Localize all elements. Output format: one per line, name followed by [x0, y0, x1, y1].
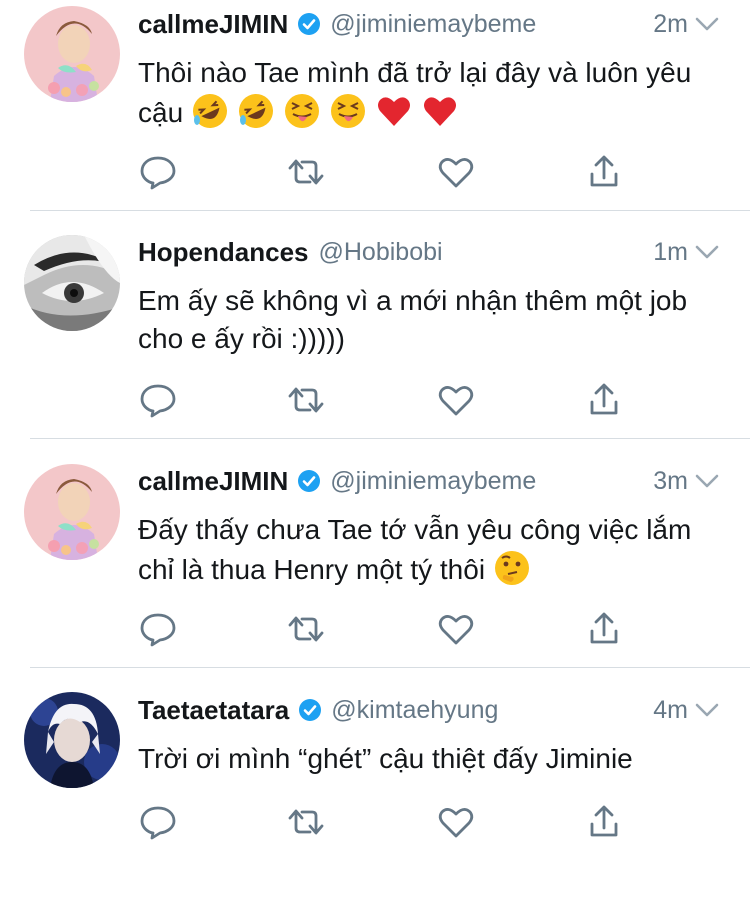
tweet-text: Thôi nào Tae mình đã trở lại đây và luôn… [138, 54, 720, 132]
tweet-text-body: Đấy thấy chưa Tae tớ vẫn yêu công việc l… [138, 514, 692, 585]
rofl-emoji-icon [238, 94, 273, 128]
avatar[interactable] [24, 692, 120, 788]
handle[interactable]: @jiminiemaybeme [330, 467, 536, 496]
timestamp[interactable]: 4m [653, 696, 688, 725]
avatar-grayscale-eye-icon [24, 235, 120, 331]
tweet[interactable]: Hopendances @Hobibobi 1m Em ấy sẽ không … [0, 211, 750, 439]
timestamp[interactable]: 3m [653, 467, 688, 496]
reply-icon [140, 806, 176, 840]
tweet-text-body: Trời ơi mình “ghét” cậu thiệt đấy Jimini… [138, 743, 633, 774]
tweet-text-body: Em ấy sẽ không vì a mới nhận thêm một jo… [138, 285, 688, 354]
reply-button[interactable] [138, 611, 178, 647]
share-button[interactable] [584, 154, 624, 190]
handle[interactable]: @jiminiemaybeme [330, 10, 536, 39]
tweet-text: Em ấy sẽ không vì a mới nhận thêm một jo… [138, 282, 720, 358]
tweet-actions [138, 804, 638, 840]
display-name[interactable]: Hopendances [138, 237, 309, 268]
heart-icon [438, 808, 474, 838]
share-button[interactable] [584, 611, 624, 647]
verified-badge-icon [299, 699, 322, 721]
retweet-icon [288, 387, 324, 413]
retweet-button[interactable] [286, 382, 326, 418]
avatar[interactable] [24, 235, 120, 331]
share-icon [590, 612, 618, 644]
like-button[interactable] [436, 804, 476, 840]
handle[interactable]: @Hobibobi [319, 238, 443, 267]
display-name[interactable]: callmeJIMIN [138, 9, 288, 40]
red-heart-emoji-icon [423, 97, 456, 126]
verified-badge-icon [298, 470, 321, 492]
retweet-icon [288, 616, 324, 642]
timestamp[interactable]: 1m [653, 238, 688, 267]
tweet-text: Đấy thấy chưa Tae tớ vẫn yêu công việc l… [138, 511, 720, 589]
like-button[interactable] [436, 611, 476, 647]
display-name[interactable]: callmeJIMIN [138, 466, 288, 497]
avatar-blue-stage-photo-icon [24, 692, 120, 788]
red-heart-emoji-icon [377, 97, 410, 126]
tweet[interactable]: callmeJIMIN @jiminiemaybeme 3m Đấy thấy … [0, 439, 750, 668]
squint-tongue-emoji-icon [330, 94, 365, 128]
retweet-icon [288, 809, 324, 835]
rofl-emoji-icon [192, 94, 227, 128]
avatar[interactable] [24, 464, 120, 560]
reply-button[interactable] [138, 154, 178, 190]
tweet-actions [138, 154, 638, 190]
retweet-button[interactable] [286, 154, 326, 190]
reply-icon [140, 384, 176, 418]
retweet-button[interactable] [286, 611, 326, 647]
tweet[interactable]: Taetaetatara @kimtaehyung 4m Trời ơi mìn… [0, 668, 750, 903]
heart-icon [438, 386, 474, 416]
avatar[interactable] [24, 6, 120, 102]
thinking-emoji-icon [494, 551, 529, 585]
chevron-down-icon[interactable] [694, 702, 720, 718]
heart-icon [438, 158, 474, 188]
reply-icon [140, 613, 176, 647]
chevron-down-icon[interactable] [694, 16, 720, 32]
like-button[interactable] [436, 382, 476, 418]
avatar-pastel-portrait-icon [24, 6, 120, 102]
tweet-actions [138, 611, 638, 647]
share-button[interactable] [584, 382, 624, 418]
tweet-text: Trời ơi mình “ghét” cậu thiệt đấy Jimini… [138, 740, 720, 778]
reply-button[interactable] [138, 382, 178, 418]
share-icon [590, 155, 618, 187]
chevron-down-icon[interactable] [694, 473, 720, 489]
reply-icon [140, 156, 176, 190]
retweet-button[interactable] [286, 804, 326, 840]
heart-icon [438, 615, 474, 645]
reply-button[interactable] [138, 804, 178, 840]
tweet-actions [138, 382, 638, 418]
retweet-icon [288, 159, 324, 185]
like-button[interactable] [436, 154, 476, 190]
chevron-down-icon[interactable] [694, 244, 720, 260]
timestamp[interactable]: 2m [653, 10, 688, 39]
squint-tongue-emoji-icon [284, 94, 319, 128]
verified-badge-icon [298, 13, 321, 35]
share-icon [590, 383, 618, 415]
display-name[interactable]: Taetaetatara [138, 695, 289, 726]
share-button[interactable] [584, 804, 624, 840]
handle[interactable]: @kimtaehyung [331, 696, 498, 725]
avatar-pastel-portrait-icon [24, 464, 120, 560]
share-icon [590, 805, 618, 837]
tweet[interactable]: callmeJIMIN @jiminiemaybeme 2m Thôi nào … [0, 0, 750, 211]
